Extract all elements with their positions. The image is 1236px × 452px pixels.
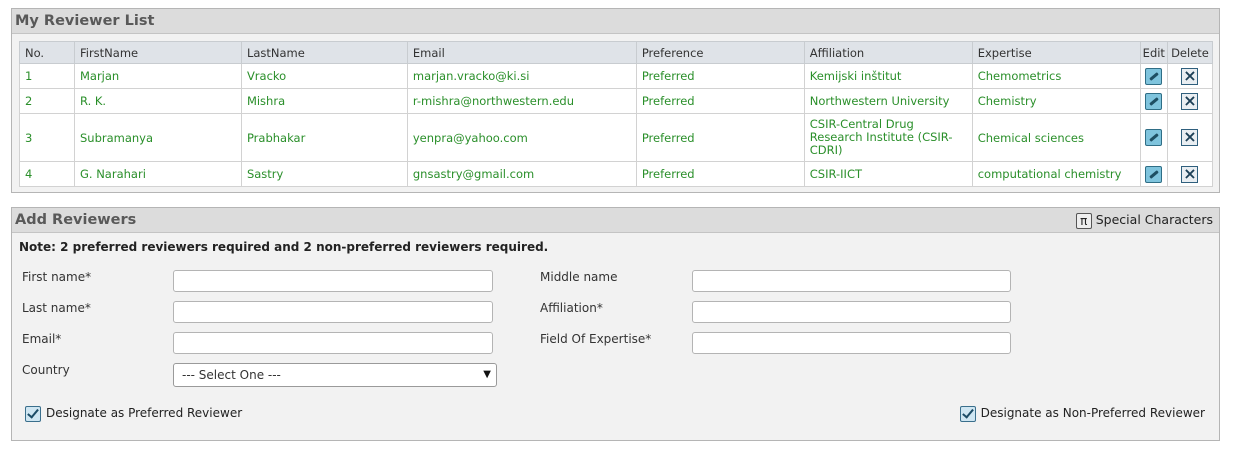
country-label: Country xyxy=(22,363,70,377)
col-header-delete: Delete xyxy=(1166,41,1214,64)
table-row: 1 Marjan Vracko marjan.vracko@ki.si Pref… xyxy=(19,63,1214,89)
cell-affiliation: Kemijski inštitut xyxy=(803,63,973,89)
cell-expertise: Chemometrics xyxy=(971,63,1141,89)
cell-no: 4 xyxy=(19,161,75,187)
cell-expertise: Chemistry xyxy=(971,88,1141,114)
cell-preference: Preferred xyxy=(635,63,805,89)
cell-preference: Preferred xyxy=(635,161,805,187)
col-header-expertise: Expertise xyxy=(971,41,1141,64)
cell-no: 3 xyxy=(19,113,75,162)
middle-name-input[interactable] xyxy=(692,270,1011,292)
cell-expertise: Chemical sciences xyxy=(971,113,1141,162)
table-row: 4 G. Narahari Sastry gnsastry@gmail.com … xyxy=(19,161,1214,187)
edit-cell xyxy=(1139,88,1168,114)
add-reviewers-title-text: Add Reviewers xyxy=(15,212,137,228)
country-select[interactable]: --- Select One --- ▼ xyxy=(173,363,497,387)
edit-pencil-icon[interactable] xyxy=(1145,67,1163,85)
cell-firstname: G. Narahari xyxy=(73,161,242,187)
email-label: Email* xyxy=(22,332,62,346)
edit-pencil-icon[interactable] xyxy=(1145,92,1163,110)
country-selected-value: --- Select One --- xyxy=(182,368,281,382)
col-header-lastname: LastName xyxy=(240,41,408,64)
first-name-label: First name* xyxy=(22,270,92,284)
cell-firstname: R. K. xyxy=(73,88,242,114)
col-header-firstname: FirstName xyxy=(73,41,242,64)
cell-email: gnsastry@gmail.com xyxy=(406,161,637,187)
pi-icon: π xyxy=(1075,212,1092,229)
reviewer-list-panel: My Reviewer List No. FirstName LastName … xyxy=(11,8,1220,193)
cell-email: yenpra@yahoo.com xyxy=(406,113,637,162)
reviewer-list-title: My Reviewer List xyxy=(12,9,1219,34)
cell-no: 1 xyxy=(19,63,75,89)
special-characters-label: Special Characters xyxy=(1095,212,1213,227)
cell-firstname: Marjan xyxy=(73,63,242,89)
preferred-reviewer-checkbox[interactable]: Designate as Preferred Reviewer xyxy=(25,405,242,422)
cell-affiliation: CSIR-IICT xyxy=(803,161,973,187)
delete-cell: × xyxy=(1166,88,1214,114)
cell-expertise: computational chemistry xyxy=(971,161,1141,187)
col-header-preference: Preference xyxy=(635,41,805,64)
expertise-label: Field Of Expertise* xyxy=(540,332,652,346)
delete-x-icon[interactable]: × xyxy=(1181,92,1199,110)
table-row: 2 R. K. Mishra r-mishra@northwestern.edu… xyxy=(19,88,1214,114)
delete-x-icon[interactable]: × xyxy=(1181,165,1199,183)
cell-firstname: Subramanya xyxy=(73,113,242,162)
cell-lastname: Prabhakar xyxy=(240,113,408,162)
last-name-label: Last name* xyxy=(22,301,91,315)
affiliation-input[interactable] xyxy=(692,301,1011,323)
edit-cell xyxy=(1139,113,1168,162)
edit-pencil-icon[interactable] xyxy=(1145,165,1163,183)
middle-name-label: Middle name xyxy=(540,270,618,284)
last-name-input[interactable] xyxy=(173,301,493,323)
col-header-no: No. xyxy=(19,41,75,64)
edit-cell xyxy=(1139,161,1168,187)
checkbox-checked-icon[interactable] xyxy=(959,405,976,422)
cell-email: marjan.vracko@ki.si xyxy=(406,63,637,89)
preferred-reviewer-label: Designate as Preferred Reviewer xyxy=(46,406,243,420)
cell-email: r-mishra@northwestern.edu xyxy=(406,88,637,114)
email-input[interactable] xyxy=(173,332,493,354)
table-header-row: No. FirstName LastName Email Preference … xyxy=(19,41,1214,64)
checkbox-checked-icon[interactable] xyxy=(25,405,41,422)
add-reviewers-panel: Add Reviewers π Special Characters Note: … xyxy=(11,207,1220,441)
add-reviewers-title: Add Reviewers π Special Characters xyxy=(12,208,1219,233)
reviewer-table: No. FirstName LastName Email Preference … xyxy=(19,41,1214,187)
edit-cell xyxy=(1139,63,1168,89)
delete-x-icon[interactable]: × xyxy=(1181,129,1199,146)
cell-affiliation: CSIR-Central Drug Research Institute (CS… xyxy=(803,113,973,162)
cell-lastname: Mishra xyxy=(240,88,408,114)
cell-lastname: Vracko xyxy=(240,63,408,89)
special-characters-button[interactable]: π Special Characters xyxy=(1075,211,1213,229)
cell-preference: Preferred xyxy=(635,113,805,162)
table-row: 3 Subramanya Prabhakar yenpra@yahoo.com … xyxy=(19,113,1214,162)
col-header-affiliation: Affiliation xyxy=(803,41,973,64)
cell-affiliation: Northwestern University xyxy=(803,88,973,114)
delete-cell: × xyxy=(1166,161,1214,187)
delete-x-icon[interactable]: × xyxy=(1181,67,1199,85)
cell-preference: Preferred xyxy=(635,88,805,114)
non-preferred-reviewer-checkbox[interactable]: Designate as Non-Preferred Reviewer xyxy=(959,405,1205,422)
col-header-email: Email xyxy=(406,41,637,64)
cell-no: 2 xyxy=(19,88,75,114)
edit-pencil-icon[interactable] xyxy=(1145,129,1163,146)
reviewer-requirement-note: Note: 2 preferred reviewers required and… xyxy=(19,240,549,254)
delete-cell: × xyxy=(1166,113,1214,162)
dropdown-arrow-icon: ▼ xyxy=(483,369,491,380)
affiliation-label: Affiliation* xyxy=(540,301,603,315)
cell-lastname: Sastry xyxy=(240,161,408,187)
delete-cell: × xyxy=(1166,63,1214,89)
non-preferred-reviewer-label: Designate as Non-Preferred Reviewer xyxy=(980,406,1205,420)
first-name-input[interactable] xyxy=(173,270,493,292)
col-header-edit: Edit xyxy=(1139,41,1168,64)
expertise-input[interactable] xyxy=(692,332,1011,354)
